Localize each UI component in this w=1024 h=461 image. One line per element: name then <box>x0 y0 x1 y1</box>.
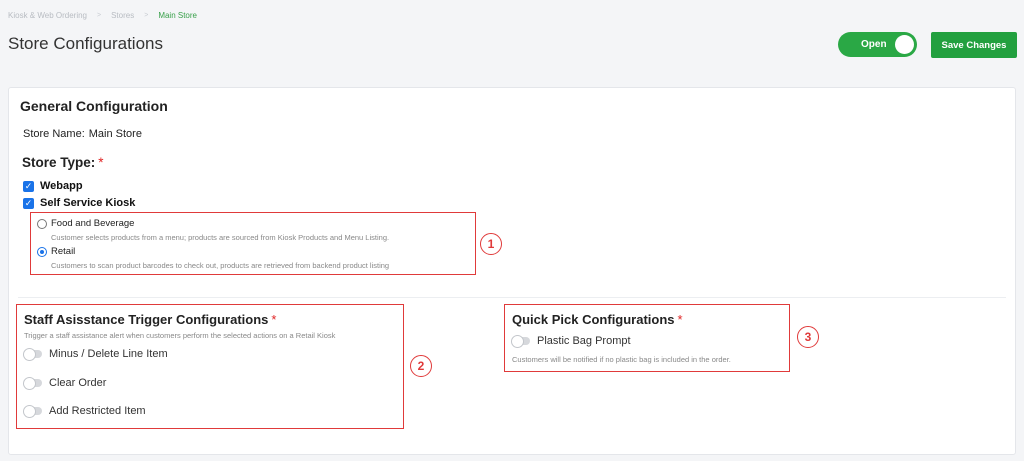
staff-assistance-section: Staff Asisstance Trigger Configurations *… <box>16 304 404 429</box>
webapp-checkbox-row[interactable]: ✓ Webapp <box>23 180 83 192</box>
kiosk-mode-group: Food and Beverage Customer selects produ… <box>30 212 476 275</box>
store-type-label-text: Store Type: <box>22 155 96 170</box>
general-configuration-card: General Configuration Store Name: Main S… <box>8 87 1016 455</box>
store-open-toggle[interactable]: Open <box>838 32 917 57</box>
retail-description: Customers to scan product barcodes to ch… <box>51 261 390 270</box>
section-divider <box>18 297 1006 298</box>
toggle-switch[interactable] <box>23 377 42 390</box>
open-toggle-label: Open <box>861 39 887 50</box>
toggle-plastic-bag-prompt[interactable]: Plastic Bag Prompt <box>511 335 631 348</box>
annotation-badge-1: 1 <box>480 233 502 255</box>
quick-pick-title-text: Quick Pick Configurations <box>512 312 675 327</box>
required-mark: * <box>271 312 277 327</box>
checkmark-icon: ✓ <box>24 180 33 191</box>
toggle-clear-order[interactable]: Clear Order <box>23 377 107 390</box>
self-service-kiosk-checkbox[interactable]: ✓ <box>23 197 34 209</box>
retail-radio-row[interactable]: Retail <box>37 246 75 257</box>
food-beverage-description: Customer selects products from a menu; p… <box>51 233 390 242</box>
staff-assistance-subtitle: Trigger a staff assistance alert when cu… <box>24 331 336 340</box>
breadcrumb-stores[interactable]: Stores <box>111 11 134 20</box>
food-beverage-radio[interactable] <box>37 218 47 229</box>
toggle-label: Minus / Delete Line Item <box>49 348 168 360</box>
section-title: General Configuration <box>20 98 168 114</box>
toggle-knob <box>895 35 914 54</box>
webapp-label: Webapp <box>40 180 83 192</box>
annotation-badge-2: 2 <box>410 355 432 377</box>
toggle-label: Add Restricted Item <box>49 405 146 417</box>
self-service-kiosk-label: Self Service Kiosk <box>40 197 136 209</box>
store-type-label: Store Type: * <box>22 155 104 170</box>
quick-pick-section: Quick Pick Configurations * Plastic Bag P… <box>504 304 790 372</box>
toggle-add-restricted-item[interactable]: Add Restricted Item <box>23 405 146 418</box>
breadcrumb-separator: > <box>144 12 149 19</box>
store-name: Store Name: Main Store <box>23 128 142 140</box>
breadcrumb-separator: > <box>97 12 102 19</box>
breadcrumb-kiosk-web-ordering[interactable]: Kiosk & Web Ordering <box>8 11 87 20</box>
required-mark: * <box>677 312 683 327</box>
food-beverage-label: Food and Beverage <box>51 218 135 229</box>
page-title: Store Configurations <box>8 34 163 53</box>
webapp-checkbox[interactable]: ✓ <box>23 180 34 192</box>
breadcrumb: Kiosk & Web Ordering > Stores > Main Sto… <box>8 11 197 20</box>
required-mark: * <box>98 155 104 170</box>
toggle-label: Plastic Bag Prompt <box>537 335 631 347</box>
retail-radio[interactable] <box>37 246 47 257</box>
toggle-minus-delete-line-item[interactable]: Minus / Delete Line Item <box>23 348 168 361</box>
food-beverage-radio-row[interactable]: Food and Beverage <box>37 218 134 229</box>
store-name-value: Main Store <box>88 128 142 140</box>
breadcrumb-main-store: Main Store <box>158 11 197 20</box>
staff-assistance-title-text: Staff Asisstance Trigger Configurations <box>24 312 269 327</box>
toggle-switch[interactable] <box>23 405 42 418</box>
save-changes-button[interactable]: Save Changes <box>931 32 1017 58</box>
toggle-switch[interactable] <box>23 348 42 361</box>
toggle-label: Clear Order <box>49 377 107 389</box>
self-service-kiosk-checkbox-row[interactable]: ✓ Self Service Kiosk <box>23 197 135 209</box>
retail-label: Retail <box>51 246 76 257</box>
store-name-label: Store Name: <box>23 128 85 140</box>
checkmark-icon: ✓ <box>24 197 33 208</box>
toggle-switch[interactable] <box>511 335 530 348</box>
annotation-badge-3: 3 <box>797 326 819 348</box>
quick-pick-title: Quick Pick Configurations * <box>512 312 683 327</box>
quick-pick-description: Customers will be notified if no plastic… <box>512 355 731 364</box>
staff-assistance-title: Staff Asisstance Trigger Configurations * <box>24 312 276 327</box>
